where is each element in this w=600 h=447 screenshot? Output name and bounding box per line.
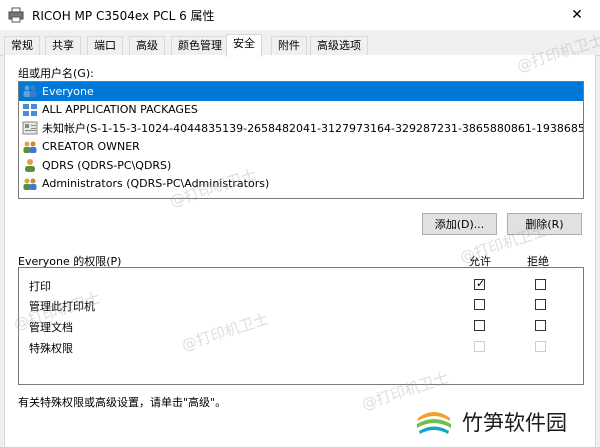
user-icon bbox=[25, 159, 35, 173]
list-item-label: Everyone bbox=[42, 84, 94, 98]
window-title: RICOH MP C3504ex PCL 6 属性 bbox=[32, 8, 215, 23]
permission-print: 打印 bbox=[29, 280, 51, 293]
package-icon bbox=[23, 103, 37, 116]
list-item-all-application-packages[interactable]: ALL APPLICATION PACKAGES bbox=[19, 101, 583, 120]
list-item-unknown-account[interactable]: 未知帐户(S-1-15-3-1024-4044835139-2658482041… bbox=[19, 119, 583, 138]
allow-special-checkbox bbox=[474, 341, 485, 352]
group-icon bbox=[23, 178, 37, 190]
permission-special: 特殊权限 bbox=[29, 342, 73, 355]
tab-sharing[interactable]: 共享 bbox=[45, 36, 81, 56]
tab-general[interactable]: 常规 bbox=[4, 36, 40, 56]
permissions-list: 打印 管理此打印机 管理文档 特殊权限 ✓ bbox=[18, 267, 584, 385]
groups-listbox[interactable]: Everyone ALL APPLICATION PACKAGES 未知帐户(S… bbox=[18, 81, 584, 199]
tab-advanced[interactable]: 高级 bbox=[129, 36, 165, 56]
list-item-label: Administrators (QDRS-PC\Administrators) bbox=[42, 177, 270, 191]
list-item-qdrs[interactable]: QDRS (QDRS-PC\QDRS) bbox=[19, 156, 583, 175]
group-icon bbox=[23, 85, 37, 98]
checkmark-icon: ✓ bbox=[476, 277, 486, 290]
list-item-label: ALL APPLICATION PACKAGES bbox=[42, 103, 198, 117]
brand-name: 竹笋软件园 bbox=[462, 410, 567, 435]
bamboo-logo-icon bbox=[416, 403, 452, 440]
tab-security[interactable]: 安全 bbox=[226, 34, 262, 57]
permission-manage-printer: 管理此打印机 bbox=[29, 300, 95, 313]
permission-manage-documents: 管理文档 bbox=[29, 321, 73, 334]
list-item-administrators[interactable]: Administrators (QDRS-PC\Administrators) bbox=[19, 175, 583, 194]
allow-manage-documents-checkbox[interactable] bbox=[474, 320, 485, 331]
group-icon bbox=[23, 141, 37, 153]
tab-ports[interactable]: 端口 bbox=[87, 36, 123, 56]
allow-manage-printer-checkbox[interactable] bbox=[474, 299, 485, 310]
list-item-everyone[interactable]: Everyone bbox=[19, 82, 583, 101]
tab-color-management[interactable]: 颜色管理 bbox=[171, 36, 229, 56]
deny-print-checkbox[interactable] bbox=[535, 279, 546, 290]
close-button[interactable]: ✕ bbox=[554, 0, 600, 30]
brand-logo: 竹笋软件园 bbox=[414, 396, 600, 447]
list-item-creator-owner[interactable]: CREATOR OWNER bbox=[19, 138, 583, 157]
remove-button[interactable]: 删除(R) bbox=[507, 213, 582, 235]
unknown-account-icon bbox=[22, 121, 38, 135]
groups-label: 组或用户名(G): bbox=[18, 67, 94, 80]
add-button[interactable]: 添加(D)... bbox=[422, 213, 497, 235]
close-icon: ✕ bbox=[571, 7, 583, 23]
tab-strip: 常规 共享 端口 高级 颜色管理 安全 附件 高级选项 bbox=[0, 34, 600, 57]
list-item-label: CREATOR OWNER bbox=[42, 140, 140, 154]
tab-advanced-options[interactable]: 高级选项 bbox=[310, 36, 368, 56]
deny-manage-documents-checkbox[interactable] bbox=[535, 320, 546, 331]
list-item-label: 未知帐户(S-1-15-3-1024-4044835139-2658482041… bbox=[42, 122, 583, 136]
allow-print-checkbox[interactable]: ✓ bbox=[474, 277, 486, 290]
list-item-label: QDRS (QDRS-PC\QDRS) bbox=[42, 158, 172, 172]
tab-accessories[interactable]: 附件 bbox=[271, 36, 307, 56]
deny-manage-printer-checkbox[interactable] bbox=[535, 299, 546, 310]
security-panel: 组或用户名(G): Everyone ALL APPLICATION PACKA… bbox=[4, 55, 596, 447]
title-bar: RICOH MP C3504ex PCL 6 属性 ✕ bbox=[0, 0, 600, 30]
printer-icon bbox=[8, 7, 24, 23]
deny-special-checkbox bbox=[535, 341, 546, 352]
advanced-hint: 有关特殊权限或高级设置，请单击"高级"。 bbox=[18, 396, 227, 409]
